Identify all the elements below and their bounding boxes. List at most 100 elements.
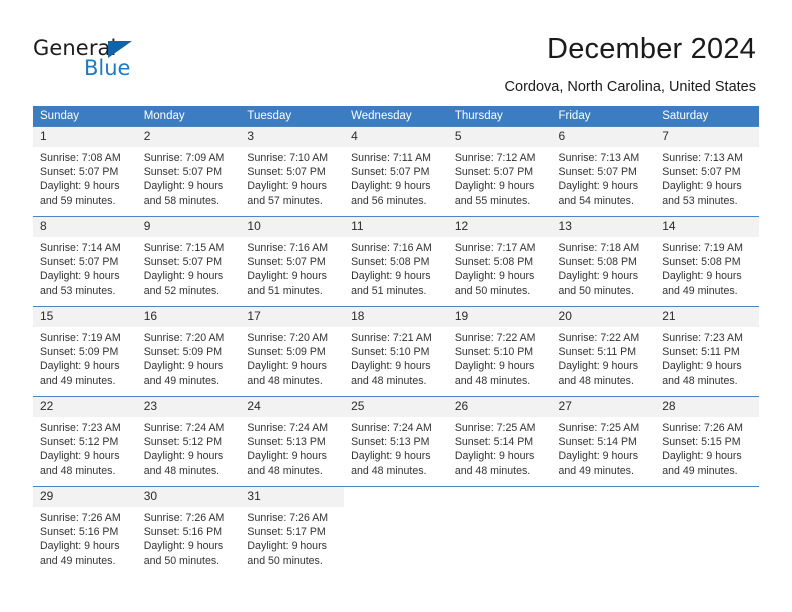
day-cell[interactable]: 8 Sunrise: 7:14 AM Sunset: 5:07 PM Dayli… [33, 216, 137, 307]
day-cell[interactable]: 13 Sunrise: 7:18 AM Sunset: 5:08 PM Dayl… [551, 216, 656, 307]
day-number: 27 [551, 397, 656, 417]
day-cell[interactable]: 19 Sunrise: 7:22 AM Sunset: 5:10 PM Dayl… [447, 306, 552, 397]
day-number: 11 [344, 217, 448, 237]
daylight-text-line1: Daylight: 9 hours [558, 450, 639, 463]
day-cell[interactable]: 26 Sunrise: 7:25 AM Sunset: 5:14 PM Dayl… [447, 396, 552, 487]
day-cell-empty [655, 486, 759, 576]
daylight-text-line1: Daylight: 9 hours [40, 450, 120, 463]
day-number: 9 [136, 217, 241, 237]
daylight-text-line1: Daylight: 9 hours [662, 450, 742, 463]
daylight-text-line2: and 56 minutes. [351, 194, 427, 207]
day-cell[interactable]: 22 Sunrise: 7:23 AM Sunset: 5:12 PM Dayl… [33, 396, 137, 487]
calendar-week-row: 8 Sunrise: 7:14 AM Sunset: 5:07 PM Dayli… [33, 216, 759, 307]
sunrise-text: Sunrise: 7:17 AM [454, 242, 536, 254]
day-cell[interactable]: 25 Sunrise: 7:24 AM Sunset: 5:13 PM Dayl… [344, 396, 448, 487]
day-cell[interactable]: 14 Sunrise: 7:19 AM Sunset: 5:08 PM Dayl… [655, 216, 759, 307]
sunset-text: Sunset: 5:08 PM [454, 256, 534, 269]
daylight-text-line2: and 58 minutes. [143, 194, 220, 207]
day-number: 24 [240, 397, 345, 417]
sunrise-text: Sunrise: 7:16 AM [247, 242, 329, 254]
day-cell[interactable]: 29 Sunrise: 7:26 AM Sunset: 5:16 PM Dayl… [33, 486, 137, 576]
sunset-text: Sunset: 5:13 PM [247, 436, 326, 449]
day-number: 13 [551, 217, 656, 237]
day-cell[interactable]: 10 Sunrise: 7:16 AM Sunset: 5:07 PM Dayl… [240, 216, 345, 307]
daylight-text-line2: and 48 minutes. [143, 464, 220, 477]
day-cell[interactable]: 21 Sunrise: 7:23 AM Sunset: 5:11 PM Dayl… [655, 306, 759, 397]
day-cell[interactable]: 7 Sunrise: 7:13 AM Sunset: 5:07 PM Dayli… [655, 126, 759, 217]
daylight-text-line2: and 48 minutes. [351, 374, 427, 387]
day-cell[interactable]: 30 Sunrise: 7:26 AM Sunset: 5:16 PM Dayl… [136, 486, 241, 576]
daylight-text-line1: Daylight: 9 hours [662, 360, 742, 373]
sunset-text: Sunset: 5:13 PM [351, 436, 430, 449]
day-cell[interactable]: 6 Sunrise: 7:13 AM Sunset: 5:07 PM Dayli… [551, 126, 656, 217]
daylight-text-line1: Daylight: 9 hours [143, 180, 224, 193]
daylight-text-line2: and 49 minutes. [40, 554, 116, 567]
day-cell[interactable]: 3 Sunrise: 7:10 AM Sunset: 5:07 PM Dayli… [240, 126, 345, 217]
day-number: 8 [33, 217, 137, 237]
daylight-text-line1: Daylight: 9 hours [351, 360, 431, 373]
daylight-text-line1: Daylight: 9 hours [454, 270, 535, 283]
day-number: 14 [655, 217, 759, 237]
day-cell[interactable]: 20 Sunrise: 7:22 AM Sunset: 5:11 PM Dayl… [551, 306, 656, 397]
day-cell[interactable]: 11 Sunrise: 7:16 AM Sunset: 5:08 PM Dayl… [344, 216, 448, 307]
calendar-body: 1 Sunrise: 7:08 AM Sunset: 5:07 PM Dayli… [33, 126, 759, 576]
daylight-text-line2: and 49 minutes. [143, 374, 220, 387]
day-cell[interactable]: 2 Sunrise: 7:09 AM Sunset: 5:07 PM Dayli… [136, 126, 241, 217]
day-cell[interactable]: 1 Sunrise: 7:08 AM Sunset: 5:07 PM Dayli… [33, 126, 137, 217]
day-cell[interactable]: 28 Sunrise: 7:26 AM Sunset: 5:15 PM Dayl… [655, 396, 759, 487]
sunset-text: Sunset: 5:07 PM [40, 256, 119, 269]
day-number: 18 [344, 307, 448, 327]
day-details: Sunrise: 7:25 AM Sunset: 5:14 PM Dayligh… [552, 417, 656, 478]
calendar-week-row: 29 Sunrise: 7:26 AM Sunset: 5:16 PM Dayl… [33, 486, 759, 576]
day-cell[interactable]: 24 Sunrise: 7:24 AM Sunset: 5:13 PM Dayl… [240, 396, 345, 487]
day-cell-empty [344, 486, 448, 576]
day-cell[interactable]: 16 Sunrise: 7:20 AM Sunset: 5:09 PM Dayl… [136, 306, 241, 397]
day-details: Sunrise: 7:14 AM Sunset: 5:07 PM Dayligh… [33, 237, 137, 298]
day-details: Sunrise: 7:25 AM Sunset: 5:14 PM Dayligh… [448, 417, 552, 478]
day-details: Sunrise: 7:22 AM Sunset: 5:10 PM Dayligh… [448, 327, 552, 388]
day-cell[interactable]: 23 Sunrise: 7:24 AM Sunset: 5:12 PM Dayl… [136, 396, 241, 487]
day-cell[interactable]: 18 Sunrise: 7:21 AM Sunset: 5:10 PM Dayl… [344, 306, 448, 397]
day-cell[interactable]: 9 Sunrise: 7:15 AM Sunset: 5:07 PM Dayli… [136, 216, 241, 307]
day-details: Sunrise: 7:19 AM Sunset: 5:09 PM Dayligh… [33, 327, 137, 388]
daylight-text-line2: and 50 minutes. [143, 554, 220, 567]
day-number: 26 [447, 397, 552, 417]
day-number: 1 [33, 127, 137, 147]
sunrise-text: Sunrise: 7:26 AM [143, 512, 225, 524]
general-blue-logo[interactable]: General Blue [33, 36, 223, 86]
daylight-text-line1: Daylight: 9 hours [40, 360, 120, 373]
sunrise-text: Sunrise: 7:08 AM [40, 152, 121, 164]
daylight-text-line1: Daylight: 9 hours [247, 180, 327, 193]
weekday-header-thursday: Thursday [447, 106, 552, 127]
day-details: Sunrise: 7:18 AM Sunset: 5:08 PM Dayligh… [552, 237, 656, 298]
day-details: Sunrise: 7:20 AM Sunset: 5:09 PM Dayligh… [240, 327, 344, 388]
day-details: Sunrise: 7:16 AM Sunset: 5:08 PM Dayligh… [344, 237, 448, 298]
sunset-text: Sunset: 5:07 PM [662, 166, 741, 179]
day-cell[interactable]: 5 Sunrise: 7:12 AM Sunset: 5:07 PM Dayli… [447, 126, 552, 217]
day-number: 23 [136, 397, 241, 417]
sunset-text: Sunset: 5:09 PM [143, 346, 223, 359]
sunrise-text: Sunrise: 7:12 AM [454, 152, 536, 164]
daylight-text-line2: and 48 minutes. [454, 464, 531, 477]
weekday-header-row: Sunday Monday Tuesday Wednesday Thursday… [33, 106, 759, 127]
day-details: Sunrise: 7:19 AM Sunset: 5:08 PM Dayligh… [655, 237, 759, 298]
daylight-text-line1: Daylight: 9 hours [40, 540, 120, 553]
sunrise-text: Sunrise: 7:25 AM [454, 422, 536, 434]
sunset-text: Sunset: 5:14 PM [454, 436, 534, 449]
day-cell[interactable]: 31 Sunrise: 7:26 AM Sunset: 5:17 PM Dayl… [240, 486, 345, 576]
day-cell[interactable]: 27 Sunrise: 7:25 AM Sunset: 5:14 PM Dayl… [551, 396, 656, 487]
day-details: Sunrise: 7:17 AM Sunset: 5:08 PM Dayligh… [448, 237, 552, 298]
day-cell-empty [447, 486, 552, 576]
day-details: Sunrise: 7:22 AM Sunset: 5:11 PM Dayligh… [552, 327, 656, 388]
daylight-text-line2: and 49 minutes. [662, 464, 738, 477]
daylight-text-line1: Daylight: 9 hours [40, 270, 120, 283]
sunset-text: Sunset: 5:09 PM [40, 346, 119, 359]
day-cell[interactable]: 17 Sunrise: 7:20 AM Sunset: 5:09 PM Dayl… [240, 306, 345, 397]
day-details: Sunrise: 7:10 AM Sunset: 5:07 PM Dayligh… [240, 147, 344, 208]
day-details: Sunrise: 7:16 AM Sunset: 5:07 PM Dayligh… [240, 237, 344, 298]
day-number [655, 487, 759, 494]
day-cell[interactable]: 12 Sunrise: 7:17 AM Sunset: 5:08 PM Dayl… [447, 216, 552, 307]
day-number: 21 [655, 307, 759, 327]
day-cell[interactable]: 4 Sunrise: 7:11 AM Sunset: 5:07 PM Dayli… [344, 126, 448, 217]
day-cell[interactable]: 15 Sunrise: 7:19 AM Sunset: 5:09 PM Dayl… [33, 306, 137, 397]
